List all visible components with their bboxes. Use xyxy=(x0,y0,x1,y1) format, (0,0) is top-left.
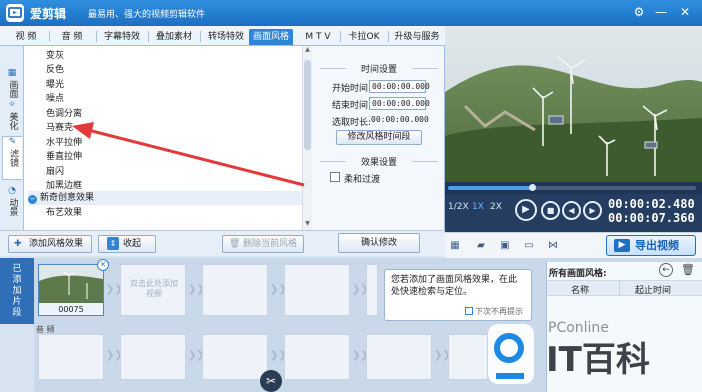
col-name-header: 名称 xyxy=(571,286,590,296)
video-clip[interactable]: 00075 ✕ xyxy=(38,259,109,316)
video-frame-image xyxy=(445,26,702,182)
end-time-input[interactable]: 00:00:00.000 xyxy=(369,97,430,110)
folder-icon[interactable]: ▰ xyxy=(475,240,487,251)
grid-icon[interactable]: ▦ xyxy=(449,240,461,251)
stop-icon[interactable]: ■ xyxy=(541,201,560,220)
hint-checkbox-row[interactable]: 下次不再提示 xyxy=(465,306,523,318)
style-settings-panel: 时间设置 开始时间: 00:00:00.000 结束时间: 00:00:00.0… xyxy=(312,46,445,230)
hint-checkbox-label: 下次不再提示 xyxy=(475,307,523,316)
empty-clip-slot[interactable]: 双击此处添加视频 xyxy=(120,264,186,316)
column-divider xyxy=(619,281,620,295)
audio-clip-slot[interactable] xyxy=(202,334,268,380)
start-time-input[interactable]: 00:00:00.000 xyxy=(369,80,430,93)
speed-normal-button[interactable]: 1X xyxy=(472,202,484,212)
rewind-icon[interactable]: ◀ xyxy=(562,201,581,220)
added-clips-tab[interactable]: 已添加片段 xyxy=(0,258,34,324)
delete-style-label: 删除当前风格 xyxy=(243,239,298,249)
modify-time-button[interactable]: 修改风格时间段 xyxy=(336,130,422,145)
empty-clip-slot[interactable] xyxy=(366,264,378,316)
collapse-button[interactable]: ⇕ 收起 xyxy=(98,235,156,253)
export-icon: ▶ xyxy=(614,239,630,252)
scissors-icon[interactable]: ✂ xyxy=(260,370,282,392)
speed-double-button[interactable]: 2X xyxy=(490,202,502,212)
hint-text: 您若添加了画面风格效果，在此处快速检索与定位。 xyxy=(391,275,518,297)
clip-name: 00075 xyxy=(58,305,84,314)
remove-clip-icon[interactable]: ✕ xyxy=(97,259,109,271)
current-time: 00:00:02.480 xyxy=(608,197,695,211)
audio-clip-slot[interactable] xyxy=(120,334,186,380)
hint-checkbox[interactable] xyxy=(465,307,473,315)
style-list-title: 所有画面风格: xyxy=(549,269,607,279)
export-video-button[interactable]: ▶ 导出视频 xyxy=(606,235,696,256)
video-preview xyxy=(445,26,702,182)
forward-icon[interactable]: ▶ xyxy=(583,201,602,220)
duration-value: 00:00:00.000 xyxy=(371,115,429,124)
play-icon[interactable]: ▶ xyxy=(515,199,537,221)
trash-icon: 🗑 xyxy=(229,239,241,249)
watermark-brand: IT百科 xyxy=(546,340,650,380)
audio-track-label: 音 频 xyxy=(36,325,55,334)
effect-settings-title: 效果设置 xyxy=(320,155,438,168)
delete-style-button[interactable]: 🗑 删除当前风格 xyxy=(222,235,304,253)
collapse-label: 收起 xyxy=(123,239,142,249)
watermark-site: PConline xyxy=(548,320,609,336)
add-video-placeholder: 双击此处添加视频 xyxy=(130,279,178,298)
duration-label: 选取时长: xyxy=(332,118,372,128)
total-time: 00:00:07.360 xyxy=(608,211,695,225)
share-icon[interactable]: ⋈ xyxy=(547,240,559,251)
seek-bar[interactable] xyxy=(445,182,702,194)
save-icon[interactable]: ▣ xyxy=(499,240,511,251)
trash-icon[interactable]: 🗑 xyxy=(681,263,695,276)
added-clips-label: 已添加片段 xyxy=(12,264,22,318)
audio-clip-slot[interactable] xyxy=(38,334,104,380)
hint-tooltip: 您若添加了画面风格效果，在此处快速检索与定位。 下次不再提示 xyxy=(384,269,532,321)
empty-clip-slot[interactable] xyxy=(284,264,350,316)
empty-clip-slot[interactable] xyxy=(202,264,268,316)
confirm-modify-button[interactable]: 确认修改 xyxy=(338,233,420,253)
export-label: 导出视频 xyxy=(635,239,679,252)
audio-clip-slot[interactable] xyxy=(284,334,350,380)
timeline-side-blank xyxy=(0,324,34,392)
seek-handle[interactable] xyxy=(529,184,536,191)
col-time-header: 起止时间 xyxy=(635,286,672,296)
speed-half-button[interactable]: 1/2X xyxy=(448,202,469,212)
audio-clip-slot[interactable] xyxy=(366,334,432,380)
add-style-icon: ✚ xyxy=(14,239,22,249)
app-window: 爱剪辑 最易用、强大的视频剪辑软件 ⚙ — ✕ 视 频 音 频 字幕特效 叠加素… xyxy=(0,0,702,392)
back-icon[interactable]: ← xyxy=(659,263,673,277)
time-settings-title: 时间设置 xyxy=(320,62,438,75)
fade-checkbox[interactable] xyxy=(330,172,340,182)
end-time-label: 结束时间: xyxy=(332,101,372,111)
clip-thumbnail xyxy=(39,265,103,303)
effect-toolbar: ✚ 添加风格效果 ⇕ 收起 🗑 删除当前风格 确认修改 xyxy=(0,230,445,256)
add-style-label: 添加风格效果 xyxy=(29,239,84,249)
window-icon[interactable]: ▭ xyxy=(523,240,535,251)
add-style-button[interactable]: ✚ 添加风格效果 xyxy=(8,235,92,253)
collapse-icon: ⇕ xyxy=(107,237,119,250)
start-time-label: 开始时间: xyxy=(332,84,372,94)
seek-progress xyxy=(448,186,532,190)
style-list-header: 名称 起止时间 xyxy=(547,280,702,296)
audio-clip-slot[interactable] xyxy=(448,334,488,380)
watermark: PConline IT百科 xyxy=(484,318,702,392)
fade-label: 柔和过渡 xyxy=(344,175,381,185)
